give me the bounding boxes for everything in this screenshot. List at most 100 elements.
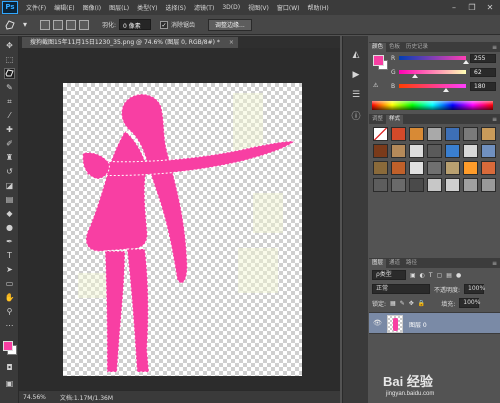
panel-menu-icon[interactable]: ≡ [492,259,497,268]
properties-panel-icon[interactable]: ☰ [348,88,364,102]
style-swatch[interactable] [427,161,442,175]
menu-3d[interactable]: 3D(D) [218,4,244,11]
brush-tool-icon[interactable]: ✐ [4,138,15,149]
slider-knob[interactable] [443,88,450,92]
style-swatch[interactable] [391,161,406,175]
lock-pixels-icon[interactable]: ✎ [400,300,405,307]
filter-toggle-icon[interactable]: ● [456,272,461,279]
close-button[interactable]: ✕ [482,2,498,13]
canvas-area[interactable] [19,48,340,390]
crop-tool-icon[interactable]: ⌗ [4,96,15,107]
tab-color[interactable]: 颜色 [369,43,387,52]
minimize-button[interactable]: – [446,2,462,13]
style-swatch[interactable] [409,161,424,175]
quick-select-tool-icon[interactable]: ✎ [4,82,15,93]
eye-icon[interactable]: 👁 [373,319,382,327]
channel-b-slider[interactable] [399,84,466,92]
style-swatch[interactable] [409,178,424,192]
style-swatch[interactable] [427,178,442,192]
fill-input[interactable]: 100% [459,298,480,308]
foreground-color[interactable] [373,55,384,66]
move-tool-icon[interactable]: ✥ [4,40,15,51]
style-swatch[interactable] [445,178,460,192]
hand-tool-icon[interactable]: ✋ [4,292,15,303]
menu-help[interactable]: 帮助(H) [304,3,333,12]
pixel-filter-icon[interactable]: ▣ [410,272,416,279]
panel-menu-icon[interactable]: ≡ [492,115,497,124]
lock-position-icon[interactable]: ✥ [409,300,414,307]
style-swatch[interactable] [481,161,496,175]
antialias-checkbox[interactable]: ✓ [160,20,169,29]
tab-paths[interactable]: 路径 [403,259,420,268]
marquee-tool-icon[interactable]: ⬚ [4,54,15,65]
menu-image[interactable]: 图像(I) [79,3,105,12]
style-swatch[interactable] [427,127,442,141]
channel-r-slider[interactable] [399,56,469,64]
style-swatch[interactable] [481,178,496,192]
style-swatch[interactable] [463,161,478,175]
menu-select[interactable]: 选择(S) [161,3,190,12]
style-swatch[interactable] [445,144,460,158]
style-swatch[interactable] [463,144,478,158]
gradient-tool-icon[interactable]: ▤ [4,194,15,205]
blur-tool-icon[interactable]: ◆ [4,208,15,219]
style-swatch[interactable] [463,178,478,192]
layer-kind-filter[interactable]: ρ类型 [372,270,406,280]
menu-window[interactable]: 窗口(W) [273,3,304,12]
more-tools-icon[interactable]: ⋯ [4,320,15,331]
tab-styles[interactable]: 样式 [386,115,404,124]
tab-layers[interactable]: 图层 [369,259,387,268]
channel-g-slider[interactable] [399,70,466,78]
lock-transparent-icon[interactable]: ▦ [390,300,396,307]
menu-view[interactable]: 视图(V) [244,3,273,12]
style-swatch[interactable] [373,178,388,192]
tab-history[interactable]: 历史记录 [403,43,431,52]
shape-filter-icon[interactable]: ▢ [437,272,443,279]
layer-row[interactable]: 👁 图层 0 [369,312,500,334]
tab-adjustments[interactable]: 调整 [369,115,386,124]
style-swatch[interactable] [481,127,496,141]
type-filter-icon[interactable]: T [429,272,433,279]
close-icon[interactable]: × [229,37,234,48]
style-swatch[interactable] [373,144,388,158]
info-panel-icon[interactable]: ⓘ [348,108,364,122]
zoom-tool-icon[interactable]: ⚲ [4,306,15,317]
style-swatch[interactable] [373,161,388,175]
dodge-tool-icon[interactable]: ● [4,222,15,233]
menu-file[interactable]: 文件(F) [22,3,50,12]
channel-g-value[interactable]: 62 [470,68,496,77]
foreground-color-swatch[interactable] [3,341,13,351]
zoom-level[interactable]: 74.56% [23,394,46,401]
panel-menu-icon[interactable]: ≡ [492,43,497,52]
pen-tool-icon[interactable]: ✒ [4,236,15,247]
style-swatch[interactable] [391,178,406,192]
style-swatch[interactable] [373,127,388,141]
blend-mode-select[interactable]: 正常 [372,284,430,294]
actions-panel-icon[interactable]: ▶ [348,68,364,82]
channel-b-value[interactable]: 180 [470,82,496,91]
channel-r-value[interactable]: 255 [470,54,496,63]
lasso-tool-icon[interactable] [4,68,15,79]
intersect-selection-icon[interactable] [79,19,89,30]
chevron-down-icon[interactable]: ▾ [19,19,31,31]
type-tool-icon[interactable]: T [4,250,15,261]
style-swatch[interactable] [463,127,478,141]
menu-layer[interactable]: 图层(L) [105,3,133,12]
quick-mask-icon[interactable]: ◘ [4,362,15,373]
style-swatch[interactable] [445,161,460,175]
menu-filter[interactable]: 滤镜(T) [190,3,218,12]
style-swatch[interactable] [409,127,424,141]
history-panel-icon[interactable]: ◭ [348,48,364,62]
document-canvas[interactable] [63,83,302,376]
out-of-gamut-warning-icon[interactable]: ⚠ [373,82,378,89]
lasso-tool-preset-icon[interactable] [4,19,16,31]
style-swatch[interactable] [391,127,406,141]
lock-all-icon[interactable]: 🔒 [418,300,425,307]
style-swatch[interactable] [427,144,442,158]
slider-knob[interactable] [412,74,419,78]
restore-button[interactable]: ❐ [464,2,480,13]
document-tab[interactable]: 搜狗截图15年11月15日1230_35.png @ 74.6% (图层 0, … [22,37,238,48]
menu-edit[interactable]: 编辑(E) [50,3,78,12]
color-spectrum[interactable] [372,101,493,110]
style-swatch[interactable] [391,144,406,158]
